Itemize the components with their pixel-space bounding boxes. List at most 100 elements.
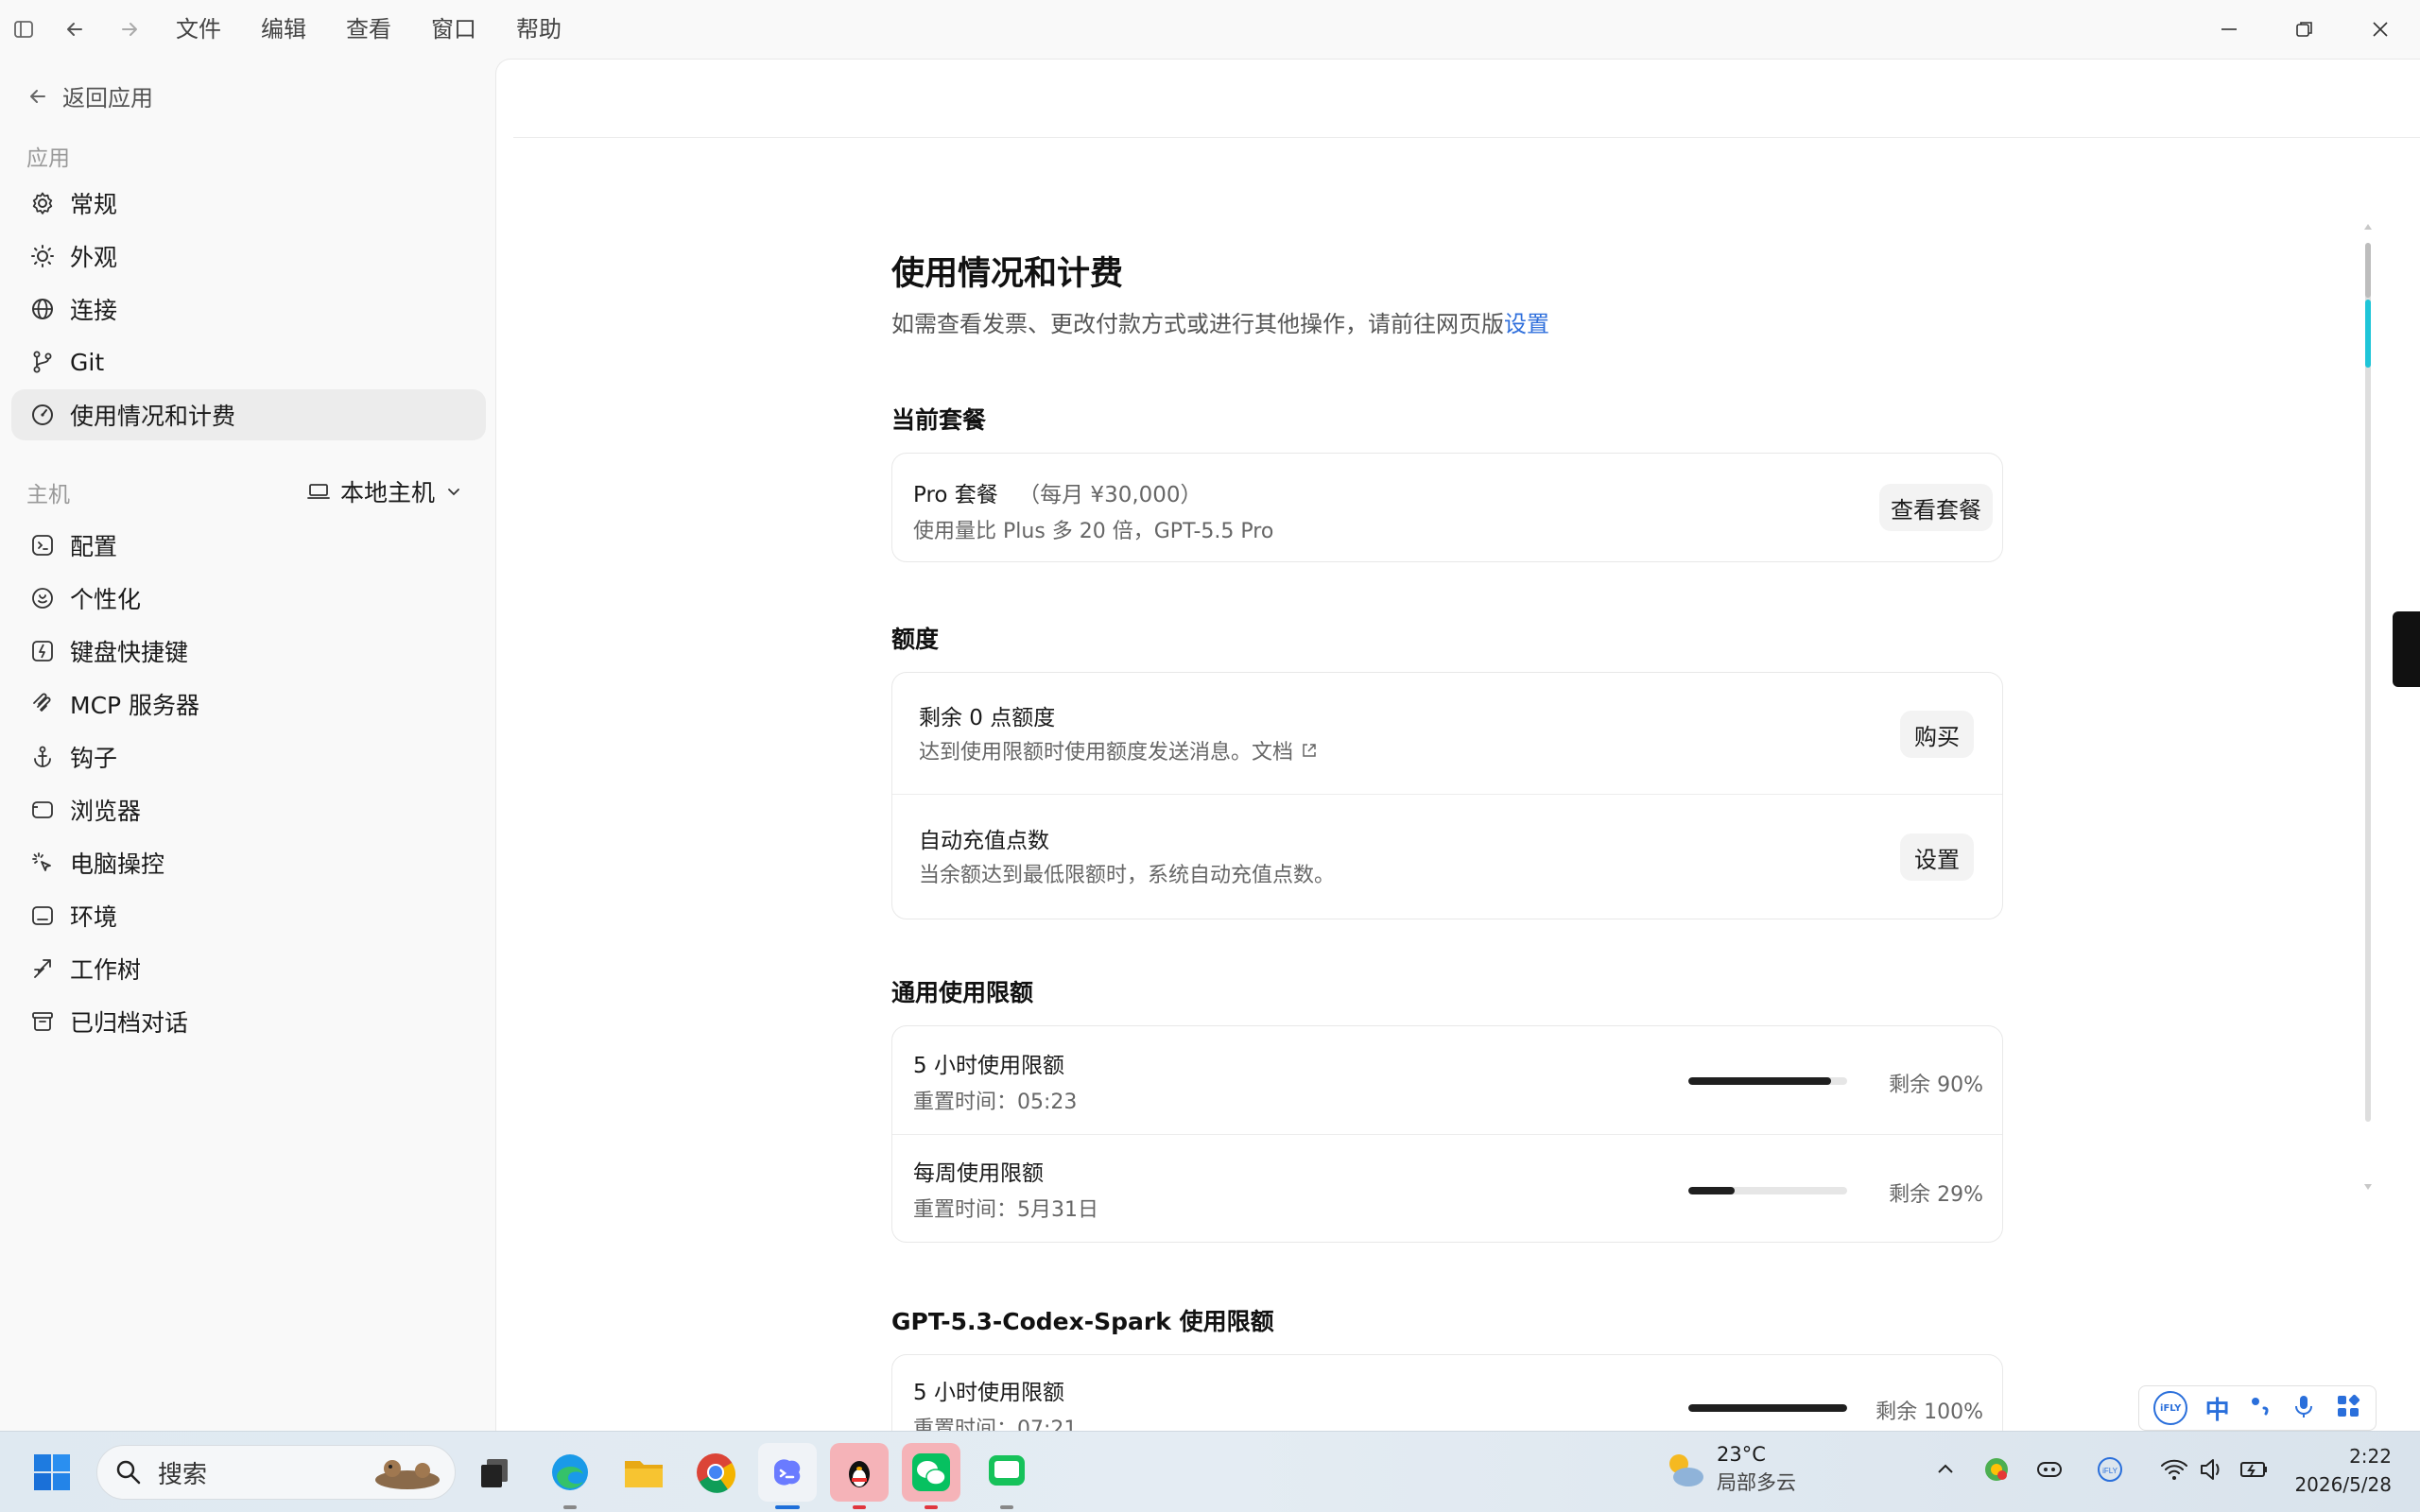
minimize-button[interactable] xyxy=(2191,9,2267,49)
clock-time[interactable]: 2:22 xyxy=(2288,1445,2392,1468)
taskbar-wechat[interactable] xyxy=(902,1443,960,1502)
mcp-icon xyxy=(28,690,57,718)
menu-help[interactable]: 帮助 xyxy=(516,13,562,45)
limit-row: 每周使用限额 重置时间：5月31日 剩余 29% xyxy=(892,1134,2002,1244)
sidebar-item-archived-chats[interactable]: 已归档对话 xyxy=(11,996,486,1047)
external-link-icon[interactable] xyxy=(1301,742,1318,759)
sidebar-item-worktree[interactable]: 工作树 xyxy=(11,943,486,994)
chat-bubble-icon xyxy=(989,1455,1025,1486)
sidebar-item-git[interactable]: Git xyxy=(11,336,486,387)
limit-progress-fill xyxy=(1688,1187,1735,1194)
search-placeholder: 搜索 xyxy=(158,1460,208,1489)
volume-icon[interactable] xyxy=(2197,1454,2227,1488)
punctuation-icon[interactable] xyxy=(2247,1393,2273,1423)
vertical-scrollbar[interactable] xyxy=(2362,220,2374,1194)
environment-icon xyxy=(28,902,57,930)
restore-button[interactable] xyxy=(2267,9,2342,49)
host-selector[interactable]: 本地主机 xyxy=(306,474,463,508)
plan-description: 使用量比 Plus 多 20 倍，GPT-5.5 Pro xyxy=(913,520,1274,543)
folder-icon xyxy=(625,1461,663,1487)
settings-content-panel: 使用情况和计费 如需查看发票、更改付款方式或进行其他操作，请前往网页版设置 当前… xyxy=(495,59,2420,1431)
sidebar-item-keyboard-shortcuts[interactable]: 键盘快捷键 xyxy=(11,626,486,677)
taskbar-codex-app[interactable] xyxy=(758,1443,817,1502)
battery-icon[interactable] xyxy=(2238,1454,2269,1488)
wifi-icon[interactable] xyxy=(2159,1454,2189,1488)
taskbar-edge[interactable] xyxy=(541,1443,599,1502)
auto-recharge-title: 自动充值点数 xyxy=(919,829,1049,853)
task-view-button[interactable] xyxy=(465,1443,524,1502)
back-label: 返回应用 xyxy=(62,85,153,112)
sidebar-item-mcp-servers[interactable]: MCP 服务器 xyxy=(11,679,486,730)
menu-bar: 文件 编辑 查看 窗口 帮助 xyxy=(176,13,601,45)
app-section-label: 应用 xyxy=(26,146,70,171)
sidebar-item-hooks[interactable]: 钩子 xyxy=(11,731,486,782)
sidebar-item-label: 环境 xyxy=(70,903,118,931)
view-plans-button[interactable]: 查看套餐 xyxy=(1879,484,1993,531)
back-arrow-icon[interactable] xyxy=(60,15,89,43)
microphone-icon[interactable] xyxy=(2290,1393,2317,1423)
sidebar-item-environment[interactable]: 环境 xyxy=(11,890,486,941)
sidebar-item-personalization[interactable]: 个性化 xyxy=(11,573,486,624)
sidebar-item-general[interactable]: 常规 xyxy=(11,178,486,229)
svg-text:iFLY: iFLY xyxy=(2102,1467,2118,1475)
auto-recharge-description: 当余额达到最低限额时，系统自动充值点数。 xyxy=(919,864,1336,887)
taskbar-search[interactable]: 搜索 xyxy=(96,1445,456,1500)
partly-cloudy-icon xyxy=(1669,1454,1703,1486)
chevron-down-icon xyxy=(448,489,459,496)
clock-date[interactable]: 2026/5/28 xyxy=(2269,1473,2392,1496)
sidebar-item-label: 使用情况和计费 xyxy=(70,403,236,430)
limit-title: 5 小时使用限额 xyxy=(913,1054,1064,1078)
sidebar-item-connections[interactable]: 连接 xyxy=(11,284,486,335)
taskbar-chrome[interactable] xyxy=(686,1443,745,1502)
ifly-tray-icon: iFLY xyxy=(2098,1457,2122,1482)
tray-app-icon[interactable]: iFLY xyxy=(2095,1454,2125,1488)
grid-menu-icon[interactable] xyxy=(2335,1393,2361,1423)
show-hidden-icons-button[interactable] xyxy=(1934,1458,1957,1485)
limit-progress-bar xyxy=(1688,1404,1847,1412)
sidebar-item-usage-billing[interactable]: 使用情况和计费 xyxy=(11,389,486,440)
back-to-app-link[interactable]: 返回应用 xyxy=(26,79,153,112)
buy-credits-button[interactable]: 购买 xyxy=(1900,711,1974,758)
auto-recharge-settings-button[interactable]: 设置 xyxy=(1900,833,1974,881)
forward-arrow-icon[interactable] xyxy=(115,15,144,43)
menu-edit[interactable]: 编辑 xyxy=(261,13,306,45)
chrome-icon xyxy=(697,1453,735,1493)
side-dock-handle[interactable] xyxy=(2393,611,2420,687)
app-active-indicator xyxy=(775,1505,800,1509)
ime-language-toggle[interactable]: 中 xyxy=(2205,1391,2230,1426)
plan-name-line: Pro 套餐 （每月 ¥30,000） xyxy=(913,476,1202,508)
title-bar: 文件 编辑 查看 窗口 帮助 xyxy=(0,0,2420,59)
sidebar-item-config[interactable]: 配置 xyxy=(11,520,486,571)
sidebar-item-label: 工作树 xyxy=(70,956,142,984)
page-title: 使用情况和计费 xyxy=(891,255,1124,293)
taskbar-file-explorer[interactable] xyxy=(614,1443,673,1502)
limit-remaining-label: 剩余 100% xyxy=(1876,1400,1983,1424)
scrollbar-graphic xyxy=(2364,224,2372,1190)
menu-file[interactable]: 文件 xyxy=(176,13,221,45)
spark-limits-card: 5 小时使用限额 重置时间：07:21 剩余 100% xyxy=(891,1354,2003,1431)
config-icon xyxy=(28,531,57,559)
sidebar-item-label: MCP 服务器 xyxy=(70,692,200,719)
sidebar-item-computer-control[interactable]: 电脑操控 xyxy=(11,837,486,888)
sidebar-item-appearance[interactable]: 外观 xyxy=(11,231,486,282)
tray-app-icon[interactable] xyxy=(2034,1454,2065,1488)
taskbar-qq[interactable] xyxy=(830,1443,889,1502)
web-settings-link[interactable]: 设置 xyxy=(1504,311,1549,337)
start-button[interactable] xyxy=(23,1443,81,1502)
laptop-icon xyxy=(307,484,330,499)
sidebar-toggle-icon[interactable] xyxy=(9,15,38,43)
close-button[interactable] xyxy=(2342,9,2418,49)
app-alert-indicator xyxy=(925,1505,938,1509)
app-alert-indicator xyxy=(853,1505,866,1509)
taskbar-messages[interactable] xyxy=(977,1443,1036,1502)
tray-app-icon[interactable] xyxy=(1981,1454,2012,1488)
archive-icon xyxy=(28,1007,57,1036)
ifly-logo-icon[interactable]: iFLY xyxy=(2153,1391,2188,1425)
sidebar-item-browser[interactable]: 浏览器 xyxy=(11,784,486,835)
menu-window[interactable]: 窗口 xyxy=(431,13,476,45)
limit-remaining-label: 剩余 29% xyxy=(1889,1183,1983,1207)
subtitle-text: 如需查看发票、更改付款方式或进行其他操作，请前往网页版 xyxy=(891,311,1504,337)
limit-reset-time: 重置时间：05:23 xyxy=(913,1091,1078,1114)
menu-view[interactable]: 查看 xyxy=(346,13,391,45)
general-limits-title: 通用使用限额 xyxy=(891,979,1034,1006)
